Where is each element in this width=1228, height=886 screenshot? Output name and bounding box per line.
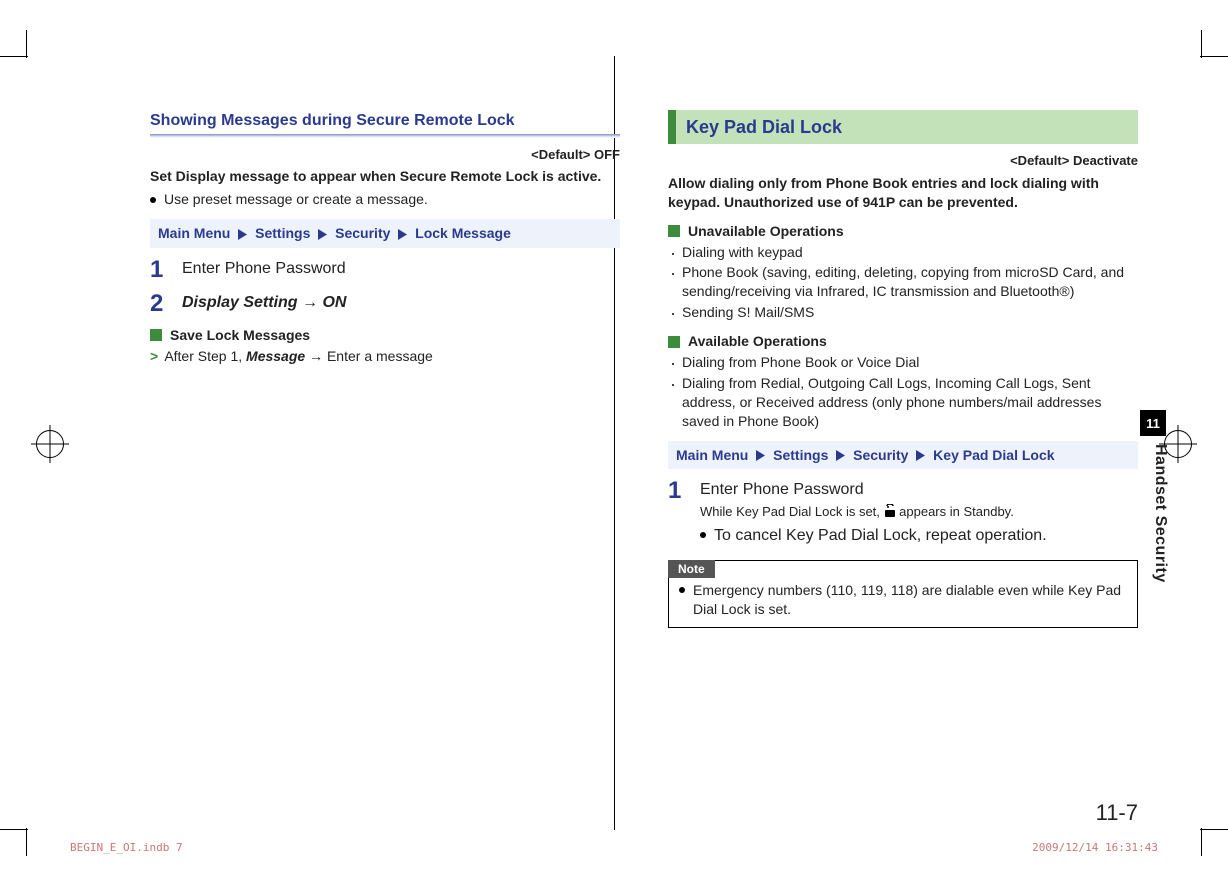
crop-mark: [1200, 829, 1228, 830]
crumb-item: Settings: [255, 225, 310, 241]
intro-text: Allow dialing only from Phone Book entri…: [668, 174, 1138, 212]
note-item: Emergency numbers (110, 119, 118) are di…: [679, 581, 1127, 619]
registration-mark: [36, 430, 64, 458]
crumb-item: Lock Message: [415, 225, 511, 241]
crop-mark: [1201, 828, 1202, 856]
chevron-right-icon: [238, 229, 247, 240]
chapter-tab: 11: [1140, 410, 1166, 436]
right-column: Key Pad Dial Lock <Default> Deactivate A…: [668, 110, 1138, 766]
section-heading: Showing Messages during Secure Remote Lo…: [150, 110, 620, 132]
list-item: Sending S! Mail/SMS: [668, 303, 1138, 322]
heading-rule: [150, 134, 620, 138]
footer-timestamp: 2009/12/14 16:31:43: [1032, 841, 1158, 854]
left-column: Showing Messages during Secure Remote Lo…: [150, 110, 620, 766]
step-text: Enter Phone Password: [182, 258, 620, 282]
breadcrumb: Main Menu Settings Security Lock Message: [150, 219, 620, 248]
crop-mark: [1200, 56, 1228, 57]
arrow-right-icon: →: [302, 294, 322, 311]
section-banner: Key Pad Dial Lock: [668, 110, 1138, 144]
chevron-right-icon: [318, 229, 327, 240]
list-item: Dialing from Phone Book or Voice Dial: [668, 353, 1138, 372]
step-text: Display Setting: [182, 294, 298, 311]
step-2: 2 Display Setting → ON: [150, 292, 620, 316]
arrow-right-icon: →: [309, 348, 327, 364]
intro-text: Set Display message to appear when Secur…: [150, 167, 620, 186]
crumb-item: Security: [853, 447, 908, 463]
default-label: <Default> Deactivate: [668, 152, 1138, 170]
crumb-item: Security: [335, 225, 390, 241]
print-footer: BEGIN_E_OI.indb 7 2009/12/14 16:31:43: [70, 841, 1158, 854]
crop-mark: [1201, 30, 1202, 58]
chevron-right-icon: [398, 229, 407, 240]
chevron-right-icon: [916, 450, 925, 461]
note-tag: Note: [668, 560, 715, 578]
step-number: 1: [150, 258, 168, 282]
step-text: ON: [322, 294, 346, 311]
step-number: 1: [668, 479, 686, 548]
list-item: Dialing from Redial, Outgoing Call Logs,…: [668, 374, 1138, 431]
default-label: <Default> OFF: [150, 146, 620, 164]
chevron-right-icon: [756, 450, 765, 461]
crumb-item: Main Menu: [158, 225, 230, 241]
subsection-header: Available Operations: [668, 332, 1138, 351]
available-list: Dialing from Phone Book or Voice Dial Di…: [668, 353, 1138, 431]
list-item: Dialing with keypad: [668, 243, 1138, 262]
crop-mark: [26, 30, 27, 58]
crumb-item: Key Pad Dial Lock: [933, 447, 1054, 463]
step-text: Enter Phone Password: [700, 479, 1138, 501]
chevron-right-icon: [836, 450, 845, 461]
crop-mark: [0, 56, 28, 57]
step-1: 1 Enter Phone Password While Key Pad Dia…: [668, 479, 1138, 548]
subsection-title: Available Operations: [688, 332, 827, 351]
list-item: Phone Book (saving, editing, deleting, c…: [668, 263, 1138, 301]
crop-mark: [26, 828, 27, 856]
lock-icon: [884, 504, 896, 523]
footer-file: BEGIN_E_OI.indb 7: [70, 841, 183, 854]
unavailable-list: Dialing with keypad Phone Book (saving, …: [668, 243, 1138, 323]
step-bullet: To cancel Key Pad Dial Lock, repeat oper…: [700, 525, 1138, 547]
chapter-label: Handset Security: [1151, 444, 1169, 583]
step-number: 2: [150, 292, 168, 316]
square-bullet-icon: [150, 329, 162, 341]
crumb-item: Settings: [773, 447, 828, 463]
subsection-title: Save Lock Messages: [170, 326, 310, 345]
breadcrumb: Main Menu Settings Security Key Pad Dial…: [668, 441, 1138, 470]
crumb-item: Main Menu: [676, 447, 748, 463]
subsection-header: Save Lock Messages: [150, 326, 620, 345]
intro-bullet: Use preset message or create a message.: [150, 190, 620, 209]
step-1: 1 Enter Phone Password: [150, 258, 620, 282]
square-bullet-icon: [668, 225, 680, 237]
note-box: Note Emergency numbers (110, 119, 118) a…: [668, 560, 1138, 628]
manual-page: Showing Messages during Secure Remote Lo…: [0, 0, 1228, 886]
square-bullet-icon: [668, 336, 680, 348]
chevron-right-icon: >: [150, 348, 158, 364]
subsection-header: Unavailable Operations: [668, 222, 1138, 241]
page-number: 11-7: [1096, 800, 1138, 826]
crop-mark: [0, 829, 28, 830]
subsection-title: Unavailable Operations: [688, 222, 844, 241]
subsection-line: > After Step 1, Message → Enter a messag…: [150, 347, 620, 366]
